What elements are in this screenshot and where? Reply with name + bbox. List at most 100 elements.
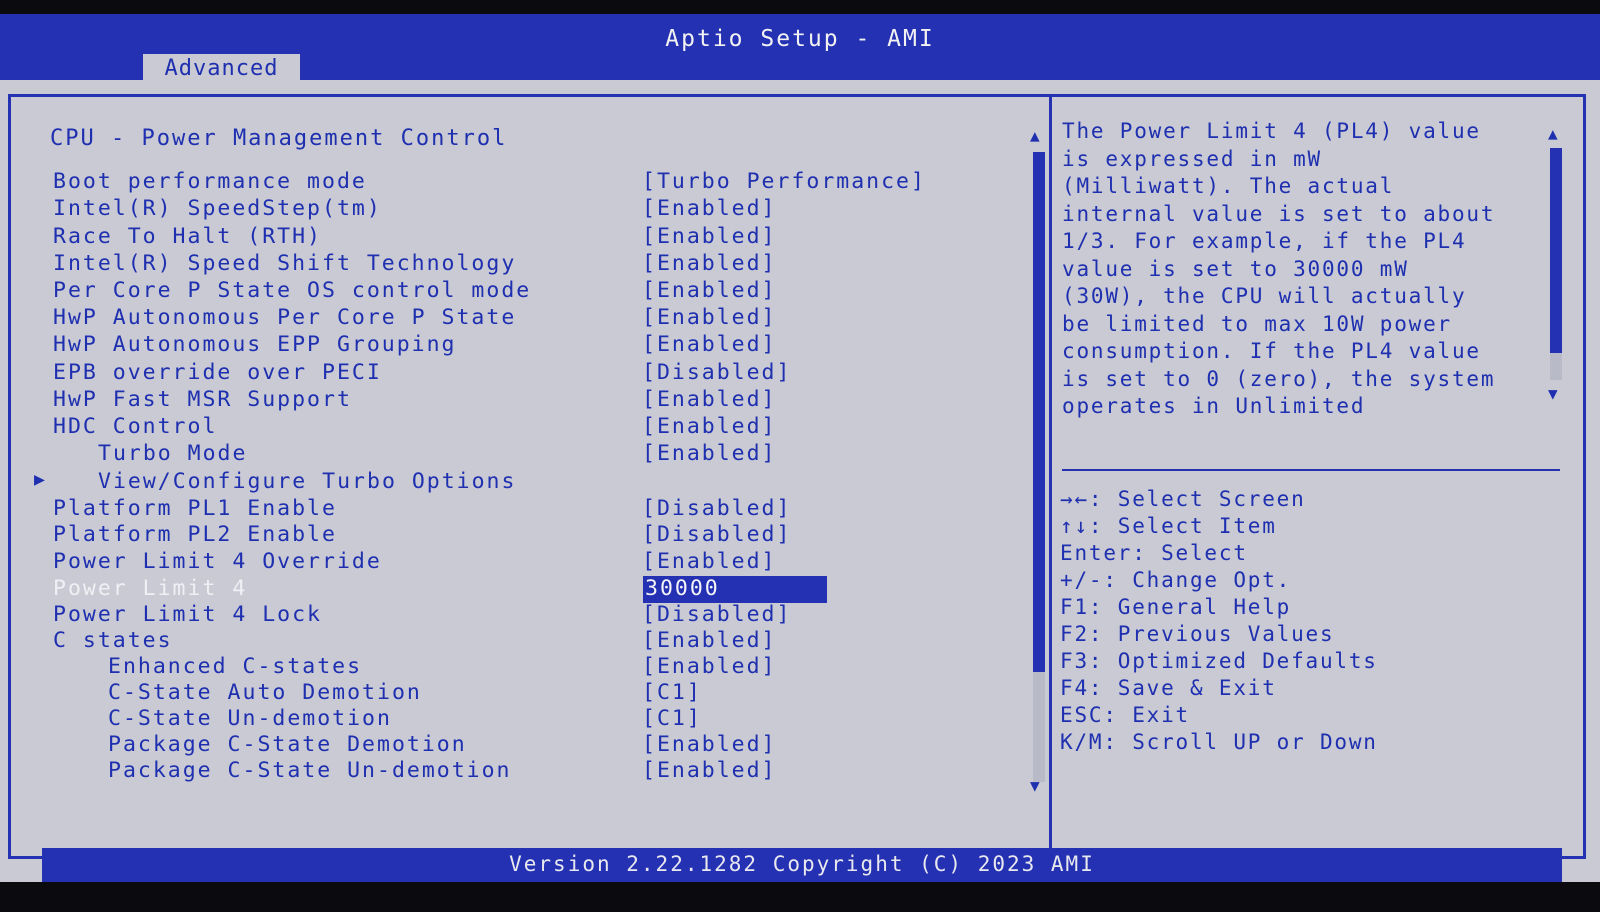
setting-row[interactable]: Power Limit 4 Override [Enabled] [0,549,1030,576]
help-line: is set to 0 (zero), the system [1062,366,1496,391]
setting-value[interactable]: [Enabled] [642,441,777,466]
help-line: 1/3. For example, if the PL4 [1062,229,1467,253]
setting-label: HDC Control [53,414,218,439]
setting-label: C-State Auto Demotion [108,680,422,705]
help-scroll-down-icon[interactable]: ▼ [1548,384,1558,403]
setting-label: Boot performance mode [53,169,367,194]
setting-label: View/Configure Turbo Options [98,469,517,494]
key-hint: →←: Select Screen [1060,487,1306,511]
key-hint: K/M: Scroll UP or Down [1060,730,1378,754]
scroll-up-arrow-icon[interactable]: ▲ [1030,126,1040,145]
help-description: The Power Limit 4 (PL4) value is expresse… [1062,118,1562,421]
help-line: internal value is set to about [1062,201,1496,226]
setting-row[interactable]: HDC Control [Enabled] [0,414,1030,441]
setting-label: Race To Halt (RTH) [53,224,322,249]
setting-label: Power Limit 4 [53,576,248,601]
setting-label: HwP Autonomous Per Core P State [53,305,517,330]
setting-row[interactable]: Per Core P State OS control mode [Enabled… [0,278,1030,305]
setting-value[interactable]: 30000 [643,576,827,603]
setting-row[interactable]: Enhanced C-states [Enabled] [0,654,1030,681]
setting-label: Package C-State Un-demotion [108,758,512,783]
setting-row[interactable]: Power Limit 4 30000 [0,576,1030,603]
setting-label: Platform PL1 Enable [53,496,337,521]
setting-row[interactable]: Power Limit 4 Lock [Disabled] [0,602,1030,629]
setting-label: HwP Fast MSR Support [53,387,352,412]
setting-value[interactable]: [Enabled] [642,278,777,303]
setting-value[interactable]: [Disabled] [642,360,791,385]
scroll-track[interactable] [1033,152,1045,782]
setting-row[interactable]: Intel(R) Speed Shift Technology [Enabled] [0,251,1030,278]
setting-row[interactable]: Package C-State Demotion [Enabled] [0,732,1030,759]
key-hint: F3: Optimized Defaults [1060,649,1378,673]
setting-row[interactable]: Boot performance mode [Turbo Performance] [0,169,1030,196]
help-scrollbar[interactable]: ▲ ▼ [1548,124,1564,424]
help-scroll-up-icon[interactable]: ▲ [1548,124,1558,143]
help-line: consumption. If the PL4 value [1062,339,1481,363]
setting-label: Turbo Mode [98,441,248,466]
setting-label: C states [53,628,173,653]
setting-row[interactable]: Platform PL2 Enable [Disabled] [0,522,1030,549]
setting-value[interactable]: [Enabled] [642,654,777,679]
setting-row[interactable]: EPB override over PECI [Disabled] [0,360,1030,387]
version-copyright: Version 2.22.1282 Copyright (C) 2023 AMI [509,852,1095,876]
setting-row[interactable]: HwP Fast MSR Support [Enabled] [0,387,1030,414]
setting-value[interactable]: [Disabled] [642,496,791,521]
key-hint: +/-: Change Opt. [1060,568,1292,592]
help-line: is expressed in mW [1062,146,1322,171]
title-bar: Aptio Setup - AMI Advanced [0,14,1600,84]
setting-label: Platform PL2 Enable [53,522,337,547]
setting-label: HwP Autonomous EPP Grouping [53,332,457,357]
setting-value[interactable]: [Disabled] [642,602,791,627]
setting-label: Package C-State Demotion [108,732,467,757]
submenu-arrow-icon: ▶ [34,469,47,490]
scroll-thumb[interactable] [1033,152,1045,672]
key-hint: Enter: Select [1060,541,1248,565]
setting-value[interactable]: [C1] [642,706,702,731]
scroll-down-arrow-icon[interactable]: ▼ [1030,776,1040,795]
setting-value[interactable]: [Enabled] [642,387,777,412]
setting-row[interactable]: HwP Autonomous Per Core P State [Enabled] [0,305,1030,332]
setting-label: Enhanced C-states [108,654,363,679]
tab-advanced[interactable]: Advanced [143,54,300,84]
setting-value[interactable]: [Enabled] [642,251,777,276]
setting-value[interactable]: [Enabled] [642,332,777,357]
key-hint: F1: General Help [1060,595,1292,619]
page-title: CPU - Power Management Control [50,126,508,151]
help-scroll-thumb[interactable] [1550,148,1562,353]
help-line: operates in Unlimited [1062,394,1366,418]
help-scroll-track[interactable] [1550,148,1562,380]
setting-row[interactable]: Platform PL1 Enable [Disabled] [0,496,1030,523]
setting-value[interactable]: [Enabled] [642,196,777,221]
setting-row[interactable]: Intel(R) SpeedStep(tm) [Enabled] [0,196,1030,223]
setting-row[interactable]: Turbo Mode [Enabled] [0,441,1030,468]
setting-row[interactable]: ▶ View/Configure Turbo Options [0,469,1030,496]
setting-value[interactable]: [Turbo Performance] [642,169,926,194]
setting-row[interactable]: HwP Autonomous EPP Grouping [Enabled] [0,332,1030,359]
setting-row[interactable]: C states [Enabled] [0,628,1030,655]
setting-value[interactable]: [Enabled] [642,628,777,653]
setting-value[interactable]: [Enabled] [642,224,777,249]
setting-value[interactable]: [Enabled] [642,414,777,439]
bios-screen: Aptio Setup - AMI Advanced CPU - Power M… [0,14,1600,882]
key-hint: ↑↓: Select Item [1060,514,1277,538]
setting-value[interactable]: [C1] [642,680,702,705]
setting-value[interactable]: [Enabled] [642,758,777,783]
setting-label: Per Core P State OS control mode [53,278,532,303]
setting-label: Power Limit 4 Override [53,549,382,574]
help-divider [1062,469,1560,471]
setting-value[interactable]: [Enabled] [642,549,777,574]
setting-row[interactable]: Race To Halt (RTH) [Enabled] [0,224,1030,251]
help-line: The Power Limit 4 (PL4) value [1062,119,1481,143]
help-line: value is set to 30000 mW [1062,256,1409,281]
key-hint: F4: Save & Exit [1060,676,1277,700]
key-hint: F2: Previous Values [1060,622,1335,646]
setting-value[interactable]: [Enabled] [642,732,777,757]
setting-value[interactable]: [Disabled] [642,522,791,547]
setting-label: Intel(R) Speed Shift Technology [53,251,517,276]
help-line: (Milliwatt). The actual [1062,174,1395,198]
setting-value[interactable]: [Enabled] [642,305,777,330]
settings-scrollbar[interactable]: ▲ ▼ [1030,126,1048,806]
setting-row[interactable]: C-State Auto Demotion [C1] [0,680,1030,707]
setting-row[interactable]: C-State Un-demotion [C1] [0,706,1030,733]
setting-row[interactable]: Package C-State Un-demotion [Enabled] [0,758,1030,785]
